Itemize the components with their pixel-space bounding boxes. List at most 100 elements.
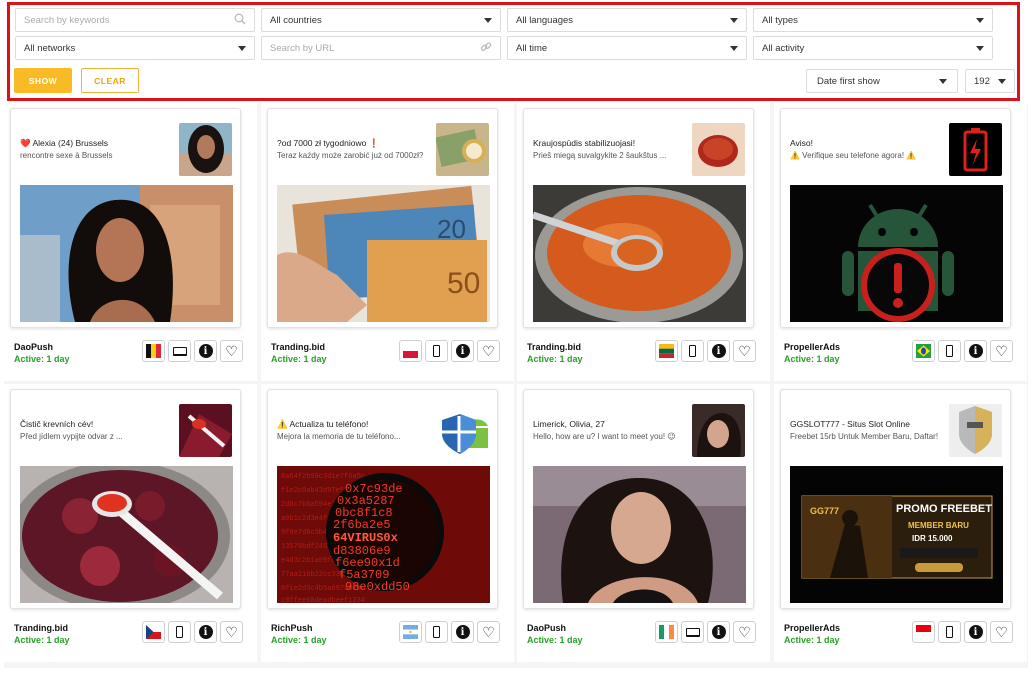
ad-card[interactable]: Limerick, Olivia, 27 Hello, how are u? I… bbox=[523, 389, 754, 609]
ad-card[interactable]: Kraujospūdis stabilizuojasi! Prieš miegą… bbox=[523, 108, 754, 328]
filter-actions: SHOW CLEAR bbox=[14, 68, 139, 93]
favorite-button[interactable]: ♡ bbox=[733, 340, 756, 362]
ad-badges: i ♡ bbox=[912, 621, 1013, 643]
flag-br-icon bbox=[912, 340, 935, 362]
networks-select[interactable]: All networks bbox=[15, 36, 255, 60]
flag-lt-icon bbox=[655, 340, 678, 362]
favorite-button[interactable]: ♡ bbox=[990, 340, 1013, 362]
ad-card[interactable]: ⚠️ Actualiza tu teléfono! Mejora la memo… bbox=[267, 389, 498, 609]
heart-icon: ♡ bbox=[482, 624, 495, 640]
types-select[interactable]: All types bbox=[753, 8, 993, 32]
info-button[interactable]: i bbox=[964, 340, 987, 362]
info-button[interactable]: i bbox=[707, 621, 730, 643]
matrix-line: 2f6ba2e5 bbox=[333, 518, 391, 532]
filter-row-1: Search by keywords All countries All lan… bbox=[15, 8, 993, 32]
ad-title: Kraujospūdis stabilizuojasi! bbox=[533, 138, 636, 148]
search-url-placeholder: Search by URL bbox=[270, 42, 335, 54]
ad-text: Před jídlem vypijte odvar z ... bbox=[20, 432, 123, 441]
info-button[interactable]: i bbox=[451, 621, 474, 643]
ad-network: RichPush bbox=[271, 623, 313, 633]
ad-network: DaoPush bbox=[14, 342, 54, 352]
info-icon: i bbox=[711, 344, 726, 358]
per-page-select[interactable]: 192 bbox=[965, 69, 1015, 93]
filter-row-2: All networks Search by URL All time All … bbox=[15, 36, 993, 60]
ad-card[interactable]: GGSLOT777 - Situs Slot Online Freebet 15… bbox=[780, 389, 1011, 609]
ad-card[interactable]: ?od 7000 zł tygodniowo ❗ Teraz każdy moż… bbox=[267, 108, 498, 328]
info-button[interactable]: i bbox=[194, 340, 217, 362]
favorite-button[interactable]: ♡ bbox=[990, 621, 1013, 643]
heart-icon: ♡ bbox=[225, 343, 238, 359]
favorite-button[interactable]: ♡ bbox=[733, 621, 756, 643]
android-shield-icon bbox=[436, 404, 489, 457]
chevron-down-icon bbox=[484, 17, 492, 23]
ad-network: PropellerAds bbox=[784, 623, 841, 633]
favorite-button[interactable]: ♡ bbox=[220, 621, 243, 643]
ad-network: Tranding.bid bbox=[527, 342, 581, 352]
search-keywords-placeholder: Search by keywords bbox=[24, 14, 110, 26]
clear-button[interactable]: CLEAR bbox=[81, 68, 139, 93]
heart-icon: ♡ bbox=[738, 624, 751, 640]
time-value: All time bbox=[516, 42, 548, 54]
sort-select[interactable]: Date first show bbox=[806, 69, 958, 93]
ad-card[interactable]: Aviso! ⚠️ Verifique seu telefone agora! … bbox=[780, 108, 1011, 328]
ad-image-beet-soup bbox=[20, 466, 233, 603]
countries-select[interactable]: All countries bbox=[261, 8, 501, 32]
ad-cell: ?od 7000 zł tygodniowo ❗ Teraz każdy moż… bbox=[261, 103, 514, 381]
ad-title: ⚠️ Actualiza tu teléfono! bbox=[277, 419, 369, 429]
ad-image-virus-magnifier: 8a64f2b90c3d1e7f6a5cf1e2c0ab43d97e56b8c1… bbox=[277, 466, 490, 603]
chevron-down-icon bbox=[730, 45, 738, 51]
ad-icon-knight-helmet bbox=[949, 404, 1002, 457]
search-keywords-input[interactable]: Search by keywords bbox=[15, 8, 255, 32]
ad-title: ❤️ Alexia (24) Brussels bbox=[20, 138, 109, 148]
banner-brand: GG777 bbox=[810, 506, 839, 516]
favorite-button[interactable]: ♡ bbox=[477, 340, 500, 362]
svg-text:8a64f2b90c3d1e7f6a5c: 8a64f2b90c3d1e7f6a5c bbox=[281, 473, 365, 481]
heart-icon: ♡ bbox=[995, 343, 1008, 359]
show-button[interactable]: SHOW bbox=[14, 68, 72, 93]
languages-value: All languages bbox=[516, 14, 574, 26]
info-icon: i bbox=[198, 625, 213, 639]
flag-cz-icon bbox=[142, 621, 165, 643]
search-url-input[interactable]: Search by URL bbox=[261, 36, 501, 60]
filter-panel: Search by keywords All countries All lan… bbox=[7, 2, 1020, 101]
ad-card[interactable]: ❤️ Alexia (24) Brussels rencontre sexe à… bbox=[10, 108, 241, 328]
favorite-button[interactable]: ♡ bbox=[477, 621, 500, 643]
ad-active-status: Active: 1 day bbox=[784, 354, 840, 364]
ad-text: Mejora la memoria de tu teléfono... bbox=[277, 432, 401, 441]
chevron-down-icon bbox=[976, 45, 984, 51]
info-button[interactable]: i bbox=[194, 621, 217, 643]
ad-text: Hello, how are u? I want to meet you! 😉 bbox=[533, 432, 676, 441]
link-icon bbox=[480, 41, 492, 56]
info-button[interactable]: i bbox=[451, 340, 474, 362]
ad-badges: i ♡ bbox=[142, 340, 243, 362]
chevron-down-icon bbox=[976, 17, 984, 23]
info-button[interactable]: i bbox=[707, 340, 730, 362]
mobile-icon bbox=[938, 621, 961, 643]
info-icon: i bbox=[711, 625, 726, 639]
languages-select[interactable]: All languages bbox=[507, 8, 747, 32]
ad-image-portrait bbox=[533, 466, 746, 603]
svg-text:20: 20 bbox=[437, 214, 466, 244]
info-icon: i bbox=[968, 625, 983, 639]
ad-card[interactable]: Čistič krevních cév! Před jídlem vypijte… bbox=[10, 389, 241, 609]
flag-ie-icon bbox=[655, 621, 678, 643]
types-value: All types bbox=[762, 14, 798, 26]
time-select[interactable]: All time bbox=[507, 36, 747, 60]
ad-active-status: Active: 1 day bbox=[527, 635, 583, 645]
ad-image-euro-banknotes: 2050 bbox=[277, 185, 490, 322]
svg-text:50: 50 bbox=[447, 267, 480, 300]
ad-badges: i ♡ bbox=[655, 621, 756, 643]
heart-icon: ♡ bbox=[482, 343, 495, 359]
info-button[interactable]: i bbox=[964, 621, 987, 643]
ad-image-portrait bbox=[20, 185, 233, 322]
ad-badges: i ♡ bbox=[142, 621, 243, 643]
networks-value: All networks bbox=[24, 42, 76, 54]
favorite-button[interactable]: ♡ bbox=[220, 340, 243, 362]
activity-select[interactable]: All activity bbox=[753, 36, 993, 60]
ad-icon-portrait bbox=[692, 404, 745, 457]
heart-icon: ♡ bbox=[738, 343, 751, 359]
ad-badges: i ♡ bbox=[399, 621, 500, 643]
mobile-icon bbox=[425, 621, 448, 643]
info-icon: i bbox=[968, 344, 983, 358]
countries-value: All countries bbox=[270, 14, 322, 26]
